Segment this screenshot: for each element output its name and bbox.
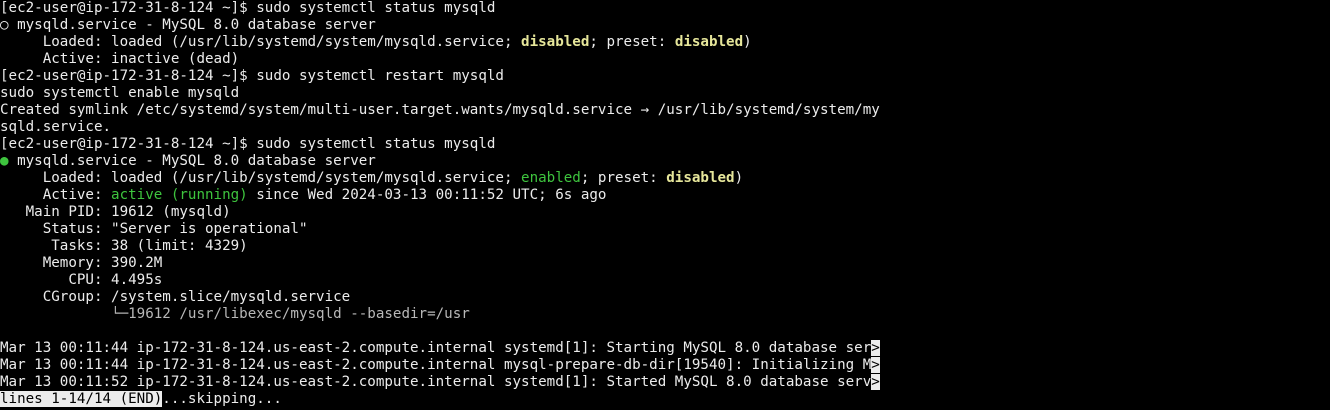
active-field: Active: inactive (dead) [0,51,240,67]
active-state: active (running) [111,187,248,203]
prompt-command: [ec2-user@ip-172-31-8-124 ~]$ sudo syste… [0,68,504,84]
log-entry: Mar 13 00:11:44 ip-172-31-8-124.us-east-… [0,340,872,356]
command-text: sudo systemctl enable mysqld [0,85,240,101]
terminal-line: sudo systemctl enable mysqld [0,85,1330,102]
terminal-line: └─19612 /usr/libexec/mysqld --basedir=/u… [0,306,1330,323]
preset-label: ; preset: [589,34,675,50]
loaded-field: Loaded: loaded (/usr/lib/systemd/system/… [0,170,522,186]
terminal-line: Created symlink /etc/systemd/system/mult… [0,102,1330,119]
status-field: Status: "Server is operational" [0,221,308,237]
output-text: Created symlink /etc/systemd/system/mult… [0,102,880,118]
enable-state: enabled [521,170,581,186]
enable-state: disabled [521,34,590,50]
output-text: sqld.service. [0,119,112,135]
terminal-line: ● mysqld.service - MySQL 8.0 database se… [0,153,1330,170]
terminal-line: Active: inactive (dead) [0,51,1330,68]
unit-header: ○ mysqld.service - MySQL 8.0 database se… [0,17,376,33]
active-since: since Wed 2024-03-13 00:11:52 UTC; 6s ag… [247,187,607,203]
preset-state: disabled [666,170,735,186]
log-entry: Mar 13 00:11:52 ip-172-31-8-124.us-east-… [0,374,872,390]
terminal-line: Main PID: 19612 (mysqld) [0,204,1330,221]
prompt-command: [ec2-user@ip-172-31-8-124 ~]$ sudo syste… [0,136,496,152]
terminal-line: [ec2-user@ip-172-31-8-124 ~]$ sudo syste… [0,68,1330,85]
terminal-line: Active: active (running) since Wed 2024-… [0,187,1330,204]
pager-status: lines 1-14/14 (END) [0,391,163,407]
terminal-line: Status: "Server is operational" [0,221,1330,238]
loaded-close: ) [743,34,752,50]
truncation-marker: > [871,357,880,373]
terminal-line: ○ mysqld.service - MySQL 8.0 database se… [0,17,1330,34]
loaded-field: Loaded: loaded (/usr/lib/systemd/system/… [0,34,522,50]
main-pid-field: Main PID: 19612 (mysqld) [0,204,231,220]
truncation-marker: > [871,374,880,390]
cgroup-process: └─19612 /usr/libexec/mysqld --basedir=/u… [0,306,470,322]
loaded-close: ) [734,170,744,186]
unit-header: mysqld.service - MySQL 8.0 database serv… [8,153,376,169]
terminal-line: Memory: 390.2M [0,255,1330,272]
terminal-line: Tasks: 38 (limit: 4329) [0,238,1330,255]
terminal-line: CPU: 4.495s [0,272,1330,289]
tasks-field: Tasks: 38 (limit: 4329) [0,238,248,254]
terminal-line: Loaded: loaded (/usr/lib/systemd/system/… [0,170,1330,187]
terminal-line: [ec2-user@ip-172-31-8-124 ~]$ sudo syste… [0,136,1330,153]
preset-state: disabled [674,34,744,50]
terminal-line: Mar 13 00:11:44 ip-172-31-8-124.us-east-… [0,357,1330,374]
pager-skipping: ...skipping... [162,391,282,407]
truncation-marker: > [871,340,880,356]
log-entry: Mar 13 00:11:44 ip-172-31-8-124.us-east-… [0,357,872,373]
terminal-line: CGroup: /system.slice/mysqld.service [0,289,1330,306]
prompt-command: [ec2-user@ip-172-31-8-124 ~]$ sudo syste… [0,0,496,16]
terminal-window[interactable]: [ec2-user@ip-172-31-8-124 ~]$ sudo syste… [0,0,1330,410]
preset-label: ; preset: [580,170,667,186]
cpu-field: CPU: 4.495s [0,272,163,288]
terminal-line: Mar 13 00:11:44 ip-172-31-8-124.us-east-… [0,340,1330,357]
terminal-line: Mar 13 00:11:52 ip-172-31-8-124.us-east-… [0,374,1330,391]
memory-field: Memory: 390.2M [0,255,163,271]
terminal-line: Loaded: loaded (/usr/lib/systemd/system/… [0,34,1330,51]
cgroup-field: CGroup: /system.slice/mysqld.service [0,289,351,305]
terminal-line: lines 1-14/14 (END)...skipping... [0,391,1330,408]
terminal-line: sqld.service. [0,119,1330,136]
terminal-line: [ec2-user@ip-172-31-8-124 ~]$ sudo syste… [0,0,1330,17]
active-dot-icon: ● [0,153,9,169]
active-label: Active: [0,187,112,203]
